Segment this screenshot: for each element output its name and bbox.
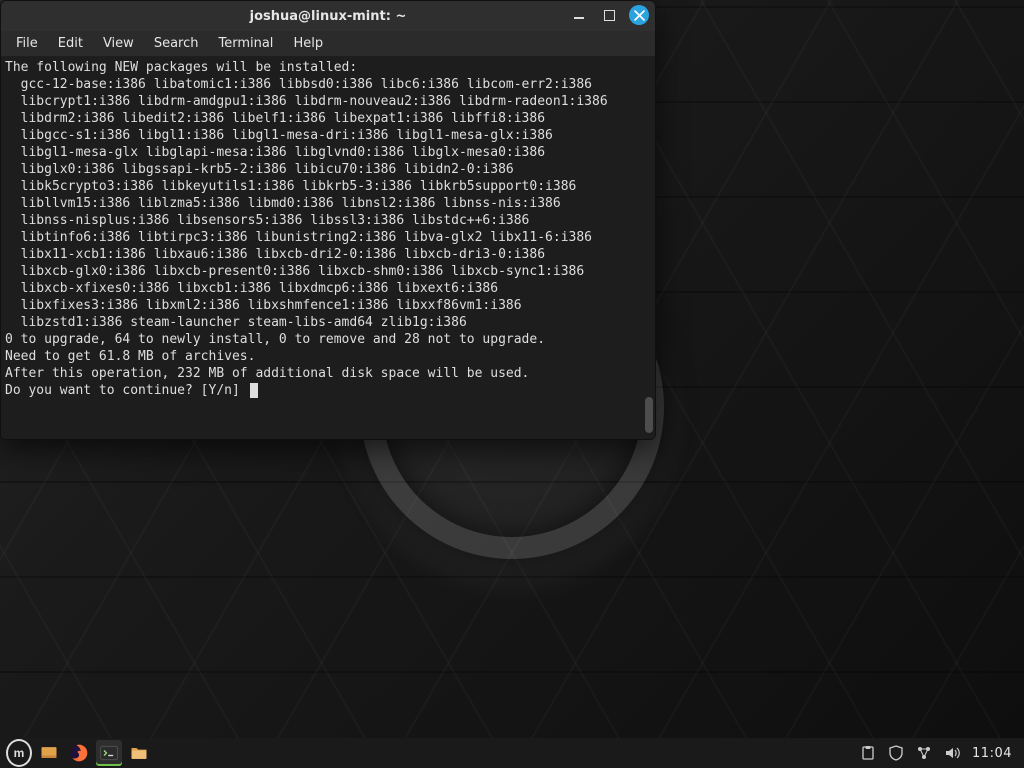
terminal-line: libgl1-mesa-glx libglapi-mesa:i386 libgl… [5,145,545,160]
menu-terminal[interactable]: Terminal [209,34,282,53]
tray-volume[interactable] [944,745,960,761]
terminal-scrollbar[interactable] [643,57,653,439]
terminal-line: libzstd1:i386 steam-launcher steam-libs-… [5,315,467,330]
terminal-line: libcrypt1:i386 libdrm-amdgpu1:i386 libdr… [5,94,608,109]
show-desktop-icon [39,743,59,763]
menu-edit[interactable]: Edit [49,34,92,53]
tray-firewall[interactable] [888,745,904,761]
terminal-launcher[interactable] [96,740,122,766]
terminal-line: libxfixes3:i386 libxml2:i386 libxshmfenc… [5,298,522,313]
menu-view[interactable]: View [94,34,143,53]
terminal-line: libxcb-xfixes0:i386 libxcb1:i386 libxdmc… [5,281,498,296]
clipboard-icon [860,745,876,761]
terminal-line: libk5crypto3:i386 libkeyutils1:i386 libk… [5,179,576,194]
terminal-line: libglx0:i386 libgssapi-krb5-2:i386 libic… [5,162,514,177]
terminal-cursor [250,383,258,398]
terminal-line: The following NEW packages will be insta… [5,60,357,75]
shield-icon [888,745,904,761]
terminal-line: libtinfo6:i386 libtirpc3:i386 libunistri… [5,230,592,245]
terminal-output[interactable]: The following NEW packages will be insta… [1,57,655,439]
terminal-line: After this operation, 232 MB of addition… [5,366,529,381]
menu-help[interactable]: Help [284,34,332,53]
mint-menu-icon: m [6,739,32,767]
tray-network[interactable] [916,745,932,761]
menu-file[interactable]: File [7,34,47,53]
terminal-icon [99,743,119,763]
terminal-line: libllvm15:i386 liblzma5:i386 libmd0:i386… [5,196,561,211]
window-titlebar[interactable]: joshua@linux-mint: ~ [1,1,655,31]
terminal-prompt-line: Do you want to continue? [Y/n] [5,383,248,398]
terminal-line: libnss-nisplus:i386 libsensors5:i386 lib… [5,213,529,228]
show-desktop-button[interactable] [36,740,62,766]
firefox-launcher[interactable] [66,740,92,766]
terminal-line: 0 to upgrade, 64 to newly install, 0 to … [5,332,545,347]
scrollbar-thumb[interactable] [645,397,653,433]
close-icon [634,10,645,21]
terminal-line: libdrm2:i386 libedit2:i386 libelf1:i386 … [5,111,545,126]
files-icon [129,743,149,763]
menu-search[interactable]: Search [145,34,208,53]
window-close-button[interactable] [629,5,649,25]
network-icon [916,745,932,761]
panel-clock[interactable]: 11:04 [972,746,1012,761]
files-launcher[interactable] [126,740,152,766]
volume-icon [944,745,960,761]
terminal-line: gcc-12-base:i386 libatomic1:i386 libbsd0… [5,77,592,92]
firefox-icon [69,743,89,763]
window-maximize-button[interactable] [599,5,619,25]
tray-clipboard[interactable] [860,745,876,761]
terminal-line: libgcc-s1:i386 libgl1:i386 libgl1-mesa-d… [5,128,553,143]
terminal-line: libxcb-glx0:i386 libxcb-present0:i386 li… [5,264,584,279]
terminal-window: joshua@linux-mint: ~ File Edit View Sear… [0,0,656,440]
window-minimize-button[interactable] [569,5,589,25]
taskbar: m 11:04 [0,738,1024,768]
terminal-line: Need to get 61.8 MB of archives. [5,349,255,364]
menu-button[interactable]: m [6,740,32,766]
terminal-line: libx11-xcb1:i386 libxau6:i386 libxcb-dri… [5,247,545,262]
window-title: joshua@linux-mint: ~ [1,9,655,24]
window-menubar: File Edit View Search Terminal Help [1,31,655,57]
